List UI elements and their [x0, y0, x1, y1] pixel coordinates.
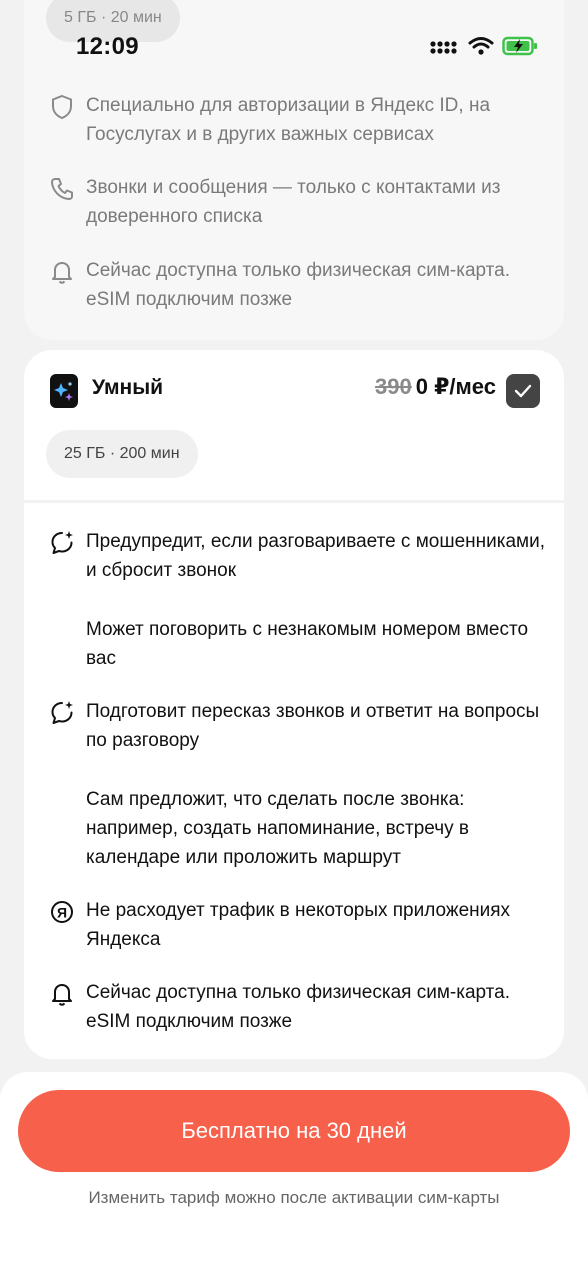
plan-sparkle-icon — [50, 374, 78, 408]
plan-feature-esim: Сейчас доступна только физическая сим-ка… — [48, 978, 546, 1036]
cellular-signal-icon — [430, 37, 460, 55]
feature-text: Сейчас доступна только физическая сим-ка… — [86, 260, 511, 310]
bottom-sheet: Бесплатно на 30 дней Изменить тариф можн… — [0, 1072, 588, 1280]
plan-feature-suggest: Сам предложит, что сделать после звонка:… — [48, 785, 546, 872]
bell-icon — [48, 258, 76, 286]
feature-text: Сейчас доступна только физическая сим-ка… — [86, 982, 511, 1032]
plan-selected-checkbox[interactable] — [506, 374, 540, 408]
plan-title: Умный — [92, 376, 164, 399]
feature-text: Специально для авторизации в Яндекс ID, … — [86, 95, 491, 145]
plan-feature-fraud: Предупредит, если разговариваете с мошен… — [48, 527, 546, 585]
yandex-icon: Я — [48, 898, 76, 926]
previous-plan-feature-esim: Сейчас доступна только физическая сим-ка… — [48, 256, 546, 314]
status-bar: 12:09 — [0, 0, 588, 70]
bell-icon — [48, 980, 76, 1008]
plan-card-smart[interactable]: Умный 390 0 ₽/мес 25 ГБ · 200 мин — [24, 350, 564, 500]
change-tariff-hint: Изменить тариф можно после активации сим… — [88, 1188, 500, 1207]
plan-allowance-pill: 25 ГБ · 200 мин — [46, 430, 198, 478]
previous-plan-feature-auth: Специально для авторизации в Яндекс ID, … — [48, 91, 546, 149]
feature-text: Звонки и сообщения — только с контактами… — [86, 177, 501, 227]
feature-text: Сам предложит, что сделать после звонка:… — [86, 789, 469, 868]
feature-text: Предупредит, если разговариваете с мошен… — [86, 531, 545, 581]
plan-feature-answer-unknown: Может поговорить с незнакомым номером вм… — [48, 615, 546, 673]
feature-text: Не расходует трафик в некоторых приложен… — [86, 900, 511, 950]
previous-plan-feature-calls: Звонки и сообщения — только с контактами… — [48, 173, 546, 231]
battery-charging-icon — [502, 36, 538, 56]
svg-text:Я: Я — [57, 905, 67, 921]
shield-icon — [48, 93, 76, 121]
phone-icon — [48, 175, 76, 203]
free-trial-button[interactable]: Бесплатно на 30 дней — [18, 1090, 570, 1172]
old-price: 390 — [375, 374, 412, 399]
plan-price: 390 0 ₽/мес — [375, 374, 496, 400]
ai-chat-icon — [48, 529, 76, 557]
plan-features-list — [24, 503, 564, 1059]
feature-text: Может поговорить с незнакомым номером вм… — [86, 619, 529, 669]
plan-feature-traffic: Я Не расходует трафик в некоторых прилож… — [48, 896, 546, 954]
wifi-icon — [468, 36, 494, 56]
feature-text: Подготовит пересказ звонков и ответит на… — [86, 701, 540, 751]
status-time: 12:09 — [76, 33, 139, 60]
current-price: 0 ₽/мес — [415, 374, 496, 399]
checkmark-icon — [514, 384, 532, 398]
plan-feature-summary: Подготовит пересказ звонков и ответит на… — [48, 697, 546, 755]
ai-chat-icon — [48, 699, 76, 727]
